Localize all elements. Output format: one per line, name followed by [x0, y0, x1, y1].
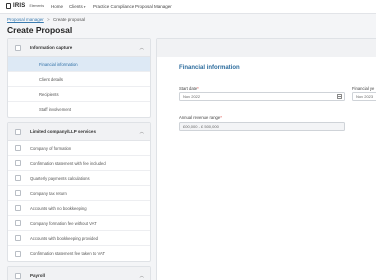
service-label: Company of formation [30, 145, 72, 151]
section-checkbox[interactable] [15, 272, 21, 279]
sidebar: Information capture ︿ Financial informat… [7, 38, 151, 280]
section-header[interactable]: Limited company/LLP services ︿ [8, 123, 150, 141]
sidebar-item-label: Client details [39, 76, 63, 82]
service-item[interactable]: Company tax return [8, 186, 150, 201]
service-item[interactable]: Quarterly payments calculations [8, 171, 150, 186]
field-label-text: Financial ye [352, 86, 375, 91]
section-header[interactable]: Information capture ︿ [8, 39, 150, 57]
section-payroll: Payroll ︿ [7, 266, 151, 280]
nav-item-label: Clients [69, 4, 83, 9]
service-checkbox[interactable] [15, 220, 21, 226]
start-date-field[interactable]: Nov 2022 [179, 92, 345, 101]
service-checkbox[interactable] [15, 235, 21, 241]
service-item[interactable]: Confirmation statement with fee included [8, 156, 150, 171]
financial-information-panel: Financial information Start date* Nov 20… [156, 38, 376, 280]
service-label: Company tax return [30, 190, 67, 196]
logo-icon [6, 3, 11, 9]
sidebar-item-label: Staff involvement [39, 107, 72, 112]
sidebar-item-client-details[interactable]: Client details [8, 72, 150, 87]
revenue-range-value: £00,000 - £ 500,000 [183, 124, 219, 129]
nav-item-proposal-manager[interactable]: Proposal Manager [135, 4, 172, 9]
service-item[interactable]: Company formation fee without VAT [8, 216, 150, 231]
service-checkbox[interactable] [15, 175, 21, 181]
required-marker: * [197, 86, 199, 91]
section-checkbox[interactable] [15, 128, 21, 135]
chevron-up-icon[interactable]: ︿ [140, 273, 145, 279]
service-checkbox[interactable] [15, 250, 21, 257]
service-label: Company formation fee without VAT [30, 220, 97, 226]
section-title: Limited company/LLP services [30, 129, 96, 134]
section-header[interactable]: Payroll ︿ [8, 267, 150, 280]
panel-header-strip [157, 39, 376, 57]
sidebar-item-staff-involvement[interactable]: Staff involvement [8, 102, 150, 117]
sidebar-item-label: Financial information [39, 61, 78, 67]
service-label: Accounts with no bookkeeping [30, 205, 87, 211]
section-title: Information capture [30, 45, 73, 50]
revenue-range-label: Annual revenue range* [179, 115, 222, 120]
breadcrumb-separator: > [47, 17, 50, 22]
field-label-text: Start date [179, 86, 198, 91]
calendar-icon[interactable] [337, 94, 342, 99]
service-label: Confirmation statement fee taken to VAT [30, 251, 106, 256]
sidebar-item-label: Recipients [39, 91, 59, 97]
section-information-capture: Information capture ︿ Financial informat… [7, 38, 151, 118]
section-limited-company-services: Limited company/LLP services ︿ Company o… [7, 122, 151, 262]
chevron-down-icon: ▾ [83, 5, 86, 9]
service-item[interactable]: Confirmation statement fee taken to VAT [8, 246, 150, 261]
service-label: Quarterly payments calculations [30, 175, 90, 181]
logo-subtext: Elements [29, 4, 45, 8]
service-checkbox[interactable] [15, 190, 21, 196]
field-label-text: Annual revenue range [179, 115, 221, 120]
service-item[interactable]: Accounts with bookkeeping provided [8, 231, 150, 246]
service-checkbox[interactable] [15, 145, 21, 151]
revenue-range-select[interactable]: £00,000 - £ 500,000 [179, 122, 345, 131]
service-item[interactable]: Company of formation [8, 141, 150, 156]
service-label: Accounts with bookkeeping provided [30, 235, 98, 241]
service-checkbox[interactable] [15, 205, 21, 211]
service-checkbox[interactable] [15, 160, 21, 166]
breadcrumb-current: Create proposal [52, 17, 85, 22]
chevron-up-icon[interactable]: ︿ [140, 45, 145, 51]
breadcrumb: Proposal manager > Create proposal [7, 17, 85, 22]
logo[interactable]: IRIS Elements [6, 3, 44, 9]
breadcrumb-link[interactable]: Proposal manager [7, 17, 44, 22]
nav-item-clients[interactable]: Clients▾ [69, 4, 86, 9]
required-marker: * [220, 115, 222, 120]
service-item[interactable]: Accounts with no bookkeeping [8, 201, 150, 216]
top-nav: IRIS Elements Home Clients▾ Practice Com… [0, 0, 376, 14]
sidebar-item-financial-information[interactable]: Financial information [8, 57, 150, 72]
chevron-up-icon[interactable]: ︿ [140, 129, 145, 135]
financial-year-field[interactable]: Nov 2023 [352, 92, 376, 101]
financial-year-value: Nov 2023 [356, 94, 374, 99]
start-date-label: Start date* [179, 86, 199, 91]
section-checkbox[interactable] [15, 44, 21, 51]
page-title: Create Proposal [7, 25, 73, 35]
service-label: Confirmation statement with fee included [30, 160, 106, 166]
sidebar-item-recipients[interactable]: Recipients [8, 87, 150, 102]
financial-year-label: Financial ye [352, 86, 374, 91]
nav-item-practice-compliance[interactable]: Practice Compliance [93, 4, 134, 9]
nav-item-home[interactable]: Home [51, 4, 63, 9]
start-date-value: Nov 2022 [183, 94, 201, 99]
section-title: Payroll [30, 273, 46, 278]
panel-title: Financial information [179, 65, 240, 71]
logo-text: IRIS [13, 3, 26, 9]
